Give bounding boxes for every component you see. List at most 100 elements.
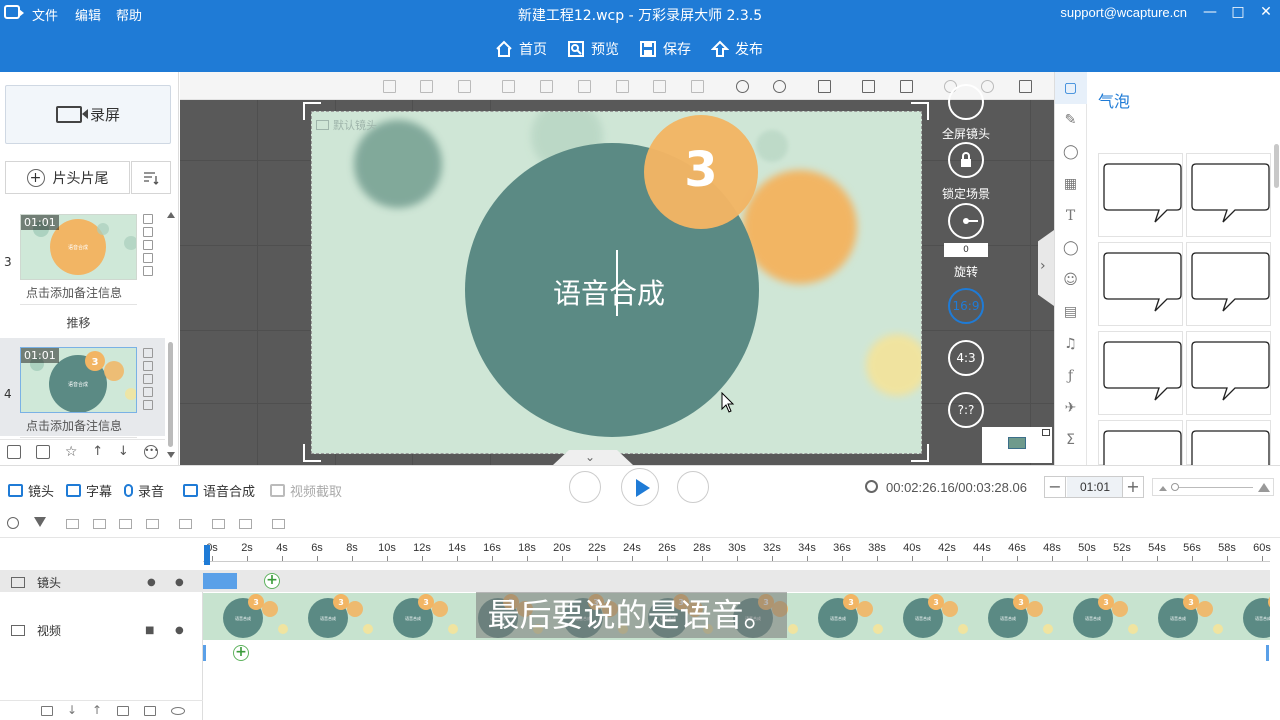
stack-icon[interactable] — [179, 519, 192, 529]
align-middle-icon[interactable] — [691, 80, 704, 93]
lock-icon[interactable] — [818, 80, 831, 93]
import-icon[interactable] — [7, 444, 22, 459]
text-icon[interactable]: T — [1063, 209, 1078, 224]
list-icon[interactable] — [272, 519, 285, 529]
lens-track-row[interactable]: 镜头 ● ● — [0, 574, 203, 591]
folder-icon[interactable] — [41, 706, 53, 716]
folder-icon[interactable]: ▤ — [1063, 305, 1078, 320]
align-left-icon[interactable] — [66, 519, 79, 529]
filter-icon[interactable] — [34, 517, 46, 527]
lock-scene-icon[interactable] — [948, 142, 984, 178]
crop-corner[interactable] — [303, 102, 321, 120]
zoom-plus-button[interactable]: + — [1122, 477, 1143, 497]
scene-note-input[interactable]: 点击添加备注信息 — [20, 414, 137, 438]
sigma-icon[interactable]: Σ — [1063, 433, 1078, 448]
lens-track[interactable] — [203, 570, 1270, 592]
fill-icon[interactable]: ◯ — [1063, 241, 1079, 256]
scene-title-text[interactable]: 语音合成 — [534, 272, 684, 312]
lock-icon[interactable] — [144, 706, 156, 716]
support-email[interactable]: support@wcapture.cn — [1060, 5, 1187, 20]
plane-icon[interactable]: ✈ — [1063, 401, 1078, 416]
shapes-icon[interactable]: ◯ — [1063, 145, 1079, 160]
crop-corner[interactable] — [303, 444, 321, 462]
play-button[interactable] — [621, 468, 659, 506]
favorite-icon[interactable]: ☆ — [65, 444, 78, 460]
copy-icon[interactable] — [143, 214, 153, 224]
crop-corner[interactable] — [911, 444, 929, 462]
ratio-16-9-button[interactable]: 16:9 — [948, 288, 984, 324]
align-icon[interactable] — [383, 80, 396, 93]
export-icon[interactable] — [36, 444, 51, 459]
locate-icon[interactable] — [7, 517, 19, 529]
move-down-icon[interactable]: ↓ — [67, 703, 77, 717]
more-icon[interactable]: ••• — [143, 444, 159, 459]
group-icon[interactable] — [458, 80, 471, 93]
close-icon[interactable]: ✕ — [1255, 3, 1277, 21]
head-tail-button[interactable]: + 片头片尾 — [5, 161, 130, 194]
zoom-out-icon[interactable] — [773, 80, 786, 93]
scene-stage[interactable]: 默认镜头 3 语音合成 — [311, 111, 922, 454]
mini-preview[interactable] — [982, 427, 1052, 463]
number-badge[interactable]: 3 — [672, 142, 730, 198]
nav-preview-button[interactable]: 预览 — [567, 39, 619, 59]
minimize-icon[interactable]: — — [1199, 3, 1221, 21]
record-audio-button[interactable]: 录音 — [124, 481, 164, 500]
zoom-in-icon[interactable] — [736, 80, 749, 93]
delete-icon[interactable] — [143, 227, 153, 237]
copy-icon[interactable] — [143, 348, 153, 358]
align-right-icon[interactable] — [540, 80, 553, 93]
scene-note-input[interactable]: 点击添加备注信息 — [20, 281, 137, 305]
lens-clip[interactable] — [203, 573, 237, 589]
zoom-value[interactable]: 01:01 — [1067, 477, 1123, 497]
lock-icon[interactable]: ■ — [145, 625, 154, 636]
record-screen-button[interactable]: 录屏 — [5, 85, 171, 144]
scene-sort-button[interactable] — [131, 161, 171, 194]
speech-bubble-item[interactable] — [1186, 242, 1271, 326]
zoom-minus-button[interactable]: − — [1045, 477, 1066, 497]
paste-icon[interactable] — [143, 374, 153, 384]
track-start-handle[interactable] — [203, 645, 206, 661]
distribute-icon[interactable] — [146, 519, 159, 529]
playhead[interactable] — [204, 545, 210, 565]
add-lens-icon[interactable]: + — [264, 573, 280, 589]
character-icon[interactable]: ☺ — [1063, 273, 1078, 288]
delete-icon[interactable] — [143, 361, 153, 371]
align-right-icon[interactable] — [93, 519, 106, 529]
chevron-right-icon[interactable]: › — [1040, 258, 1046, 274]
chevron-down-icon[interactable]: ⌄ — [585, 450, 595, 464]
image-icon[interactable]: ▦ — [1063, 177, 1078, 192]
add-element-icon[interactable]: + — [233, 645, 249, 661]
pencil-icon[interactable]: ✎ — [1063, 113, 1078, 128]
music-icon[interactable]: ♫ — [1063, 337, 1078, 352]
track-end-handle[interactable] — [1266, 645, 1269, 661]
speech-bubble-item[interactable] — [1098, 420, 1183, 490]
star-icon[interactable] — [143, 400, 153, 410]
paste-icon[interactable] — [900, 80, 913, 93]
fullscreen-camera-icon[interactable] — [948, 84, 984, 120]
scene-scrollbar[interactable] — [166, 212, 176, 458]
align-top-icon[interactable] — [616, 80, 629, 93]
subtitle-overlay[interactable]: 最后要说的是语音。 — [476, 592, 787, 638]
nav-publish-button[interactable]: 发布 — [711, 39, 763, 59]
scene-thumbnail[interactable]: 3 语音合成 01:01 — [20, 347, 137, 413]
speech-bubble-item[interactable] — [1186, 331, 1271, 415]
timeline-zoom-slider[interactable] — [1152, 478, 1274, 496]
panel-scrollbar[interactable] — [1274, 144, 1279, 188]
preview-from-here-button[interactable] — [677, 471, 709, 503]
speech-bubble-item[interactable] — [1186, 153, 1271, 237]
duplicate-icon[interactable] — [143, 387, 153, 397]
eye-icon[interactable] — [171, 707, 185, 715]
rotate-dial-icon[interactable] — [948, 203, 984, 239]
expand-icon[interactable] — [239, 519, 252, 529]
tts-tool-button[interactable]: 语音合成 — [183, 481, 255, 500]
align-center-icon[interactable] — [578, 80, 591, 93]
align-left-icon[interactable] — [502, 80, 515, 93]
copy-icon[interactable] — [862, 80, 875, 93]
shrink-icon[interactable] — [212, 519, 225, 529]
preview-frame-button[interactable] — [569, 471, 601, 503]
maximize-icon[interactable]: □ — [1227, 3, 1249, 21]
ratio-4-3-button[interactable]: 4:3 — [948, 340, 984, 376]
move-down-icon[interactable]: ↓ — [118, 444, 129, 459]
subtitle-tool-button[interactable]: 字幕 — [66, 481, 112, 500]
move-up-icon[interactable]: ↑ — [92, 444, 103, 459]
